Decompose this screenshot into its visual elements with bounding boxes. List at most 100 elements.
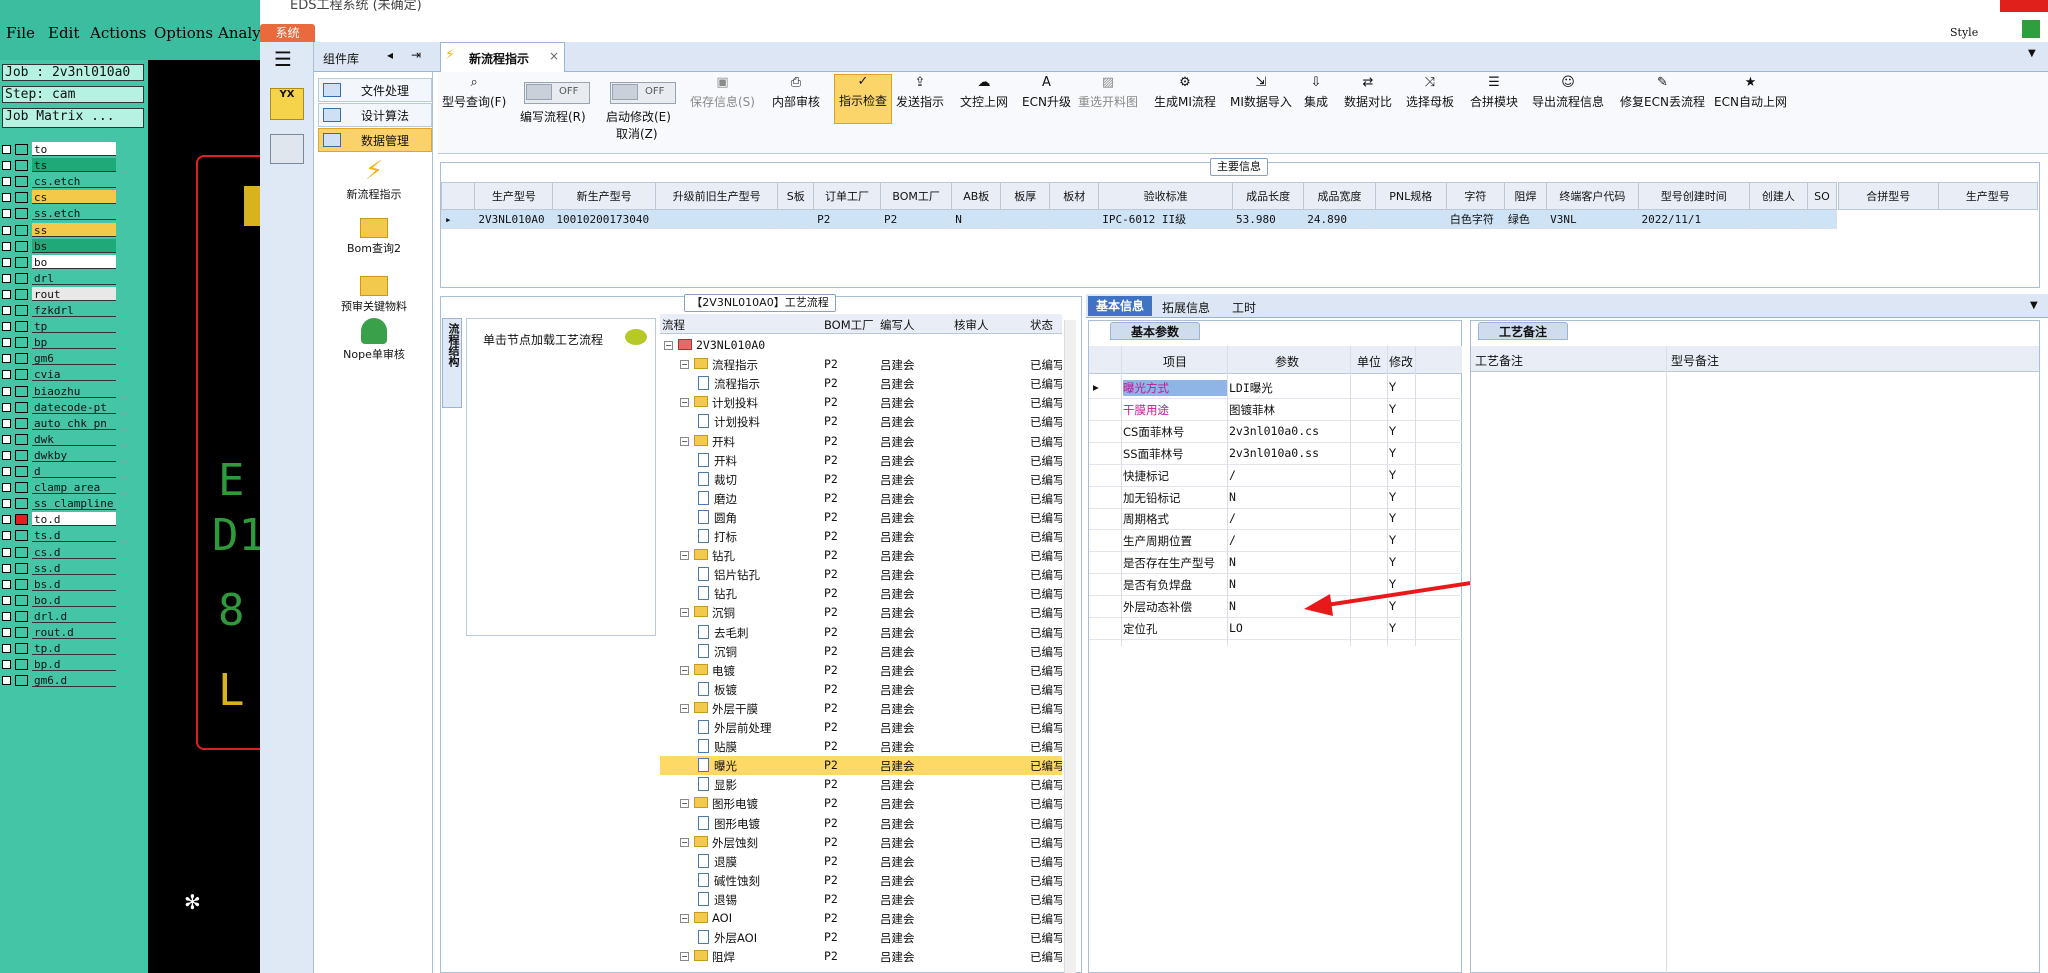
main-cell[interactable] xyxy=(1748,209,1808,229)
tree-node[interactable]: − 钻孔 P2 吕建会 已编写 xyxy=(660,546,1062,565)
layer-row[interactable]: bp.d xyxy=(0,657,116,672)
layer-checkbox[interactable] xyxy=(2,418,11,428)
toolbar-button-4[interactable]: ⇪ 发送指示 xyxy=(896,76,944,110)
tree-node[interactable]: − 外层干膜 P2 吕建会 已编写 xyxy=(660,699,1062,718)
layer-checkbox[interactable] xyxy=(2,579,11,589)
param-value[interactable]: N xyxy=(1229,490,1236,504)
layer-row[interactable]: ss xyxy=(0,222,116,238)
quick-bom-query[interactable]: Bom查询2 xyxy=(318,212,430,256)
main-cell[interactable] xyxy=(777,209,815,229)
chevron-left-icon[interactable]: ◂ xyxy=(387,48,393,62)
layer-row[interactable]: ts.d xyxy=(0,528,116,543)
layer-row[interactable]: tp.d xyxy=(0,641,116,656)
param-value[interactable]: / xyxy=(1229,533,1236,547)
tree-node[interactable]: 退膜 P2 吕建会 已编写 xyxy=(660,852,1062,871)
tree-node[interactable]: 流程指示 P2 吕建会 已编写 xyxy=(660,374,1062,393)
tab-basic-params[interactable]: 基本参数 xyxy=(1110,322,1200,340)
tree-node[interactable]: 沉铜 P2 吕建会 已编写 xyxy=(660,642,1062,661)
toolbar-button-0[interactable]: ⌕ 型号查询(F) xyxy=(442,76,506,110)
layer-row[interactable]: to.d xyxy=(0,512,116,527)
menu-edit[interactable]: Edit xyxy=(48,24,79,42)
job-matrix-button[interactable]: Job Matrix ... xyxy=(2,108,144,128)
main-cell[interactable]: 24.890 xyxy=(1303,209,1376,229)
layer-checkbox[interactable] xyxy=(2,145,11,154)
style-dropdown[interactable]: Style xyxy=(1950,26,1978,39)
param-value[interactable]: N xyxy=(1229,555,1236,569)
layer-checkbox[interactable] xyxy=(2,177,11,187)
layer-row[interactable]: auto_chk_pn xyxy=(0,415,116,431)
layer-row[interactable]: cs.d xyxy=(0,544,116,560)
tree-node[interactable]: − 沉铜 P2 吕建会 已编写 xyxy=(660,603,1062,622)
param-value[interactable]: N xyxy=(1229,599,1236,613)
tree-node[interactable]: 退锡 P2 吕建会 已编写 xyxy=(660,890,1062,909)
layer-row[interactable]: clamp_area xyxy=(0,480,116,495)
main-cell[interactable]: P2 xyxy=(813,209,881,229)
menu-actions[interactable]: Actions xyxy=(90,24,146,42)
toolbar-button-1[interactable]: ▣ 保存信息(S) xyxy=(690,76,755,110)
tree-node[interactable]: 钻孔 P2 吕建会 已编写 xyxy=(660,584,1062,603)
main-cell[interactable] xyxy=(654,209,779,229)
main-cell[interactable]: 10010200173040 xyxy=(552,209,656,229)
layer-row[interactable]: to xyxy=(0,142,116,157)
layer-checkbox[interactable] xyxy=(2,644,11,654)
layer-checkbox[interactable] xyxy=(2,306,11,315)
layer-row[interactable]: ss.etch xyxy=(0,206,116,221)
system-tab[interactable]: 系统 xyxy=(260,24,315,42)
quick-nope-review[interactable]: Nope单审核 xyxy=(318,318,430,362)
layer-checkbox[interactable] xyxy=(2,515,11,525)
tree-node[interactable]: 图形电镀 P2 吕建会 已编写 xyxy=(660,814,1062,833)
toolbar-button-16[interactable]: ★ ECN自动上网 xyxy=(1714,76,1787,110)
layer-checkbox[interactable] xyxy=(2,547,11,557)
tree-node[interactable]: − 阻焊 P2 吕建会 已编写 xyxy=(660,947,1062,966)
chevron-down-icon[interactable]: ▼ xyxy=(2030,300,2038,311)
tab-new-flow[interactable]: ⚡ 新流程指示 × xyxy=(440,42,565,72)
main-cell[interactable]: P2 xyxy=(879,209,953,229)
layer-row[interactable]: ts xyxy=(0,158,116,173)
collapse-toggle-icon[interactable]: − xyxy=(680,436,689,446)
tree-node[interactable]: 裁切 P2 吕建会 已编写 xyxy=(660,470,1062,489)
main-cell[interactable]: IPC-6012 II级 xyxy=(1098,209,1233,229)
tree-node[interactable]: − 2V3NL010A0 xyxy=(660,336,1062,355)
param-row[interactable]: SS面菲林号 2v3nl010a0.ss Y xyxy=(1089,442,1462,465)
tree-node[interactable]: 开料 P2 吕建会 已编写 xyxy=(660,451,1062,470)
collapse-toggle-icon[interactable]: − xyxy=(680,837,689,847)
param-row[interactable]: 生产周期位置 / Y xyxy=(1089,529,1462,553)
layer-checkbox[interactable] xyxy=(2,386,11,396)
layer-checkbox[interactable] xyxy=(2,402,11,412)
collapse-toggle-icon[interactable]: − xyxy=(680,665,689,675)
main-cell[interactable]: 53.980 xyxy=(1231,209,1305,229)
toolbar-button-6[interactable]: A ECN升级 xyxy=(1022,76,1071,110)
collapse-toggle-icon[interactable]: − xyxy=(680,608,689,618)
collapse-toggle-icon[interactable]: − xyxy=(680,703,689,713)
param-row[interactable]: 干膜用途 图镀菲林 Y xyxy=(1089,398,1462,421)
flow-structure-side-tab[interactable]: 流程结构 xyxy=(442,318,462,408)
layer-checkbox[interactable] xyxy=(2,225,11,235)
layer-row[interactable]: cvia xyxy=(0,367,116,382)
menu-file[interactable]: File xyxy=(6,24,35,42)
layer-row[interactable]: gm6 xyxy=(0,351,116,366)
tree-node[interactable]: 圆角 P2 吕建会 已编写 xyxy=(660,508,1062,527)
cancel-label[interactable]: 取消(Z) xyxy=(616,125,658,142)
tree-node[interactable]: 板镀 P2 吕建会 已编写 xyxy=(660,680,1062,699)
param-value[interactable]: LDI曝光 xyxy=(1229,380,1273,396)
comp-design-algorithm[interactable]: 设计算法 xyxy=(318,103,432,127)
layer-checkbox[interactable] xyxy=(2,563,11,573)
layer-row[interactable]: dwkby xyxy=(0,447,116,463)
layer-checkbox[interactable] xyxy=(2,289,11,299)
layer-row[interactable]: fzkdrl xyxy=(0,303,116,318)
layer-checkbox[interactable] xyxy=(2,467,11,476)
tree-node[interactable]: − AOI P2 吕建会 已编写 xyxy=(660,909,1062,928)
collapse-toggle-icon[interactable]: − xyxy=(680,398,689,408)
quick-key-material[interactable]: 预审关键物料 xyxy=(318,270,430,314)
tree-node[interactable]: 磨边 P2 吕建会 已编写 xyxy=(660,489,1062,508)
layer-checkbox[interactable] xyxy=(2,338,11,348)
param-value[interactable]: 2v3nl010a0.cs xyxy=(1229,424,1319,438)
toolbar-button-3[interactable]: ✓ 指示检查 xyxy=(834,74,893,124)
param-value[interactable]: 图镀菲林 xyxy=(1229,402,1275,418)
layer-row[interactable]: bo xyxy=(0,254,116,270)
write-flow-toggle[interactable]: OFF xyxy=(524,82,590,104)
main-cell[interactable]: 白色字符 xyxy=(1445,209,1505,229)
layer-checkbox[interactable] xyxy=(2,370,11,380)
tree-scrollbar[interactable] xyxy=(1064,320,1076,973)
layer-checkbox[interactable] xyxy=(2,676,11,686)
